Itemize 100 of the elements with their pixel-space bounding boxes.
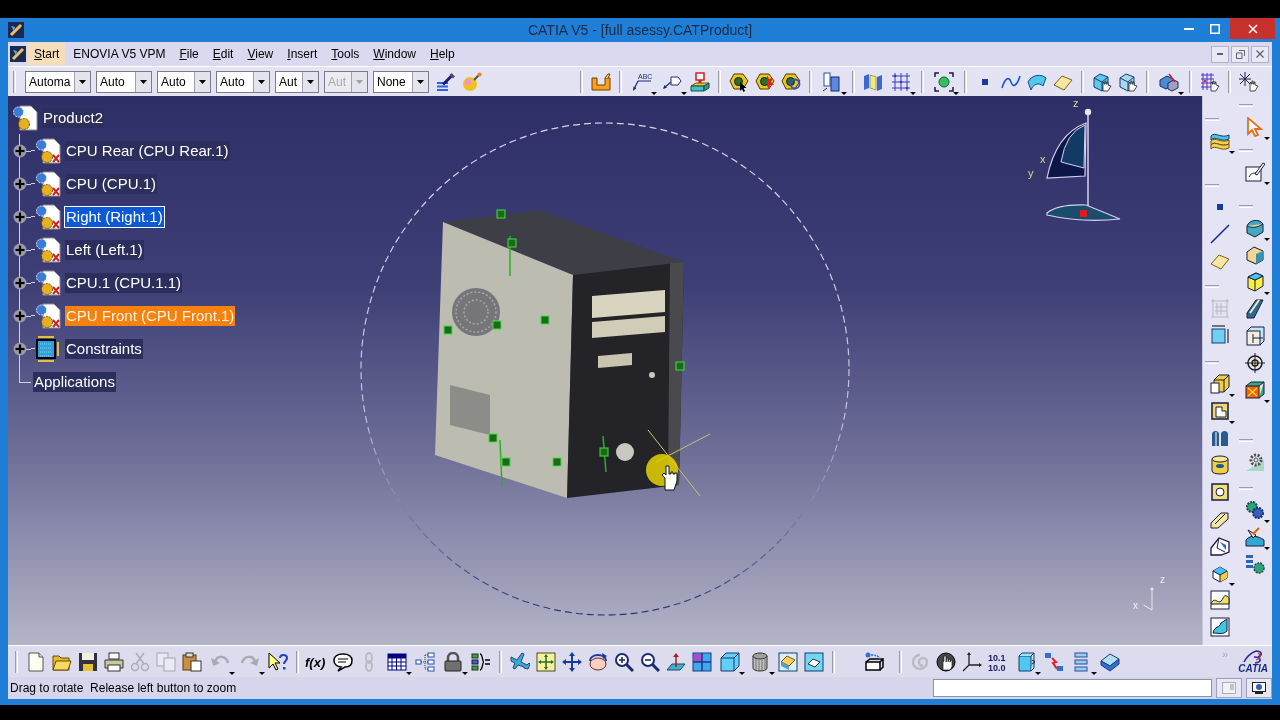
help-cursor-icon[interactable] bbox=[268, 651, 288, 672]
caret-icon[interactable] bbox=[769, 671, 775, 675]
caret-icon[interactable] bbox=[1091, 671, 1097, 675]
close-button[interactable] bbox=[1251, 45, 1269, 63]
cylinder-icon[interactable] bbox=[750, 651, 770, 672]
printer-icon[interactable] bbox=[104, 651, 124, 672]
dot-grid-icon[interactable] bbox=[891, 71, 911, 92]
caret-icon[interactable] bbox=[1229, 583, 1235, 586]
expand-icon[interactable] bbox=[13, 308, 27, 323]
tree-item[interactable]: Right (Right.1) bbox=[65, 206, 164, 227]
box-cross-icon[interactable] bbox=[1244, 379, 1265, 400]
cube-hand-icon[interactable] bbox=[1118, 71, 1138, 92]
restore-button[interactable] bbox=[1231, 45, 1249, 63]
caret-icon[interactable] bbox=[1229, 394, 1235, 397]
tree-item[interactable]: Applications bbox=[33, 371, 116, 392]
hex-part-cursor-icon[interactable] bbox=[729, 71, 749, 92]
units-icon[interactable]: 10.1 10.0 bbox=[987, 651, 1009, 672]
slot-icon[interactable] bbox=[1210, 535, 1230, 556]
hole-icon[interactable] bbox=[1210, 481, 1230, 502]
draft-icon[interactable] bbox=[1244, 298, 1265, 319]
cube-hand-icon[interactable] bbox=[1092, 71, 1112, 92]
menu-item[interactable]: Start bbox=[28, 43, 66, 65]
block-icon[interactable] bbox=[1244, 271, 1265, 292]
caret-icon[interactable] bbox=[406, 671, 412, 675]
fillet-icon[interactable] bbox=[1244, 217, 1265, 238]
hex-part-star-icon[interactable] bbox=[755, 71, 775, 92]
caret-icon[interactable] bbox=[1263, 182, 1270, 185]
quad-view-icon[interactable] bbox=[692, 651, 712, 672]
surface-patch-icon[interactable] bbox=[1210, 616, 1230, 637]
pad-icon[interactable] bbox=[1210, 373, 1230, 394]
command-field[interactable] bbox=[933, 679, 1212, 697]
caret-icon[interactable] bbox=[1229, 421, 1235, 424]
menu-item[interactable]: Window bbox=[367, 43, 422, 65]
surface-pen-icon[interactable] bbox=[1244, 526, 1265, 547]
tree-item[interactable]: CPU Rear (CPU Rear.1) bbox=[65, 140, 230, 161]
speech-bubble-icon[interactable] bbox=[333, 651, 353, 672]
shading-icon[interactable] bbox=[778, 651, 798, 672]
pocket-icon[interactable] bbox=[1210, 400, 1230, 421]
normal-view-icon[interactable] bbox=[666, 651, 686, 672]
lightning-icon[interactable] bbox=[1044, 651, 1064, 672]
menu-item[interactable]: Tools bbox=[325, 43, 366, 65]
dropdown-field[interactable]: Automa bbox=[25, 70, 91, 93]
stamp-icon[interactable] bbox=[690, 71, 710, 92]
target-frame-icon[interactable] bbox=[934, 71, 954, 92]
book-icon[interactable] bbox=[1100, 651, 1120, 672]
caret-icon[interactable] bbox=[1263, 520, 1270, 523]
dimensioned-cube-icon[interactable] bbox=[1210, 324, 1230, 345]
tree-item[interactable]: Left (Left.1) bbox=[65, 239, 144, 260]
formula-icon[interactable]: f(x) bbox=[304, 651, 330, 672]
menu-item[interactable]: Insert bbox=[281, 43, 324, 65]
expand-icon[interactable] bbox=[13, 209, 27, 224]
tree-item[interactable]: Constraints bbox=[65, 338, 143, 359]
cube-section-icon[interactable] bbox=[1244, 325, 1265, 346]
caret-icon[interactable] bbox=[1263, 238, 1270, 241]
minimize-button[interactable] bbox=[1211, 45, 1229, 63]
close-button[interactable] bbox=[1230, 18, 1275, 39]
airplane-icon[interactable] bbox=[510, 651, 530, 672]
caret-icon[interactable] bbox=[1263, 137, 1270, 140]
gears-icon[interactable] bbox=[1244, 499, 1265, 520]
point-icon[interactable] bbox=[1217, 203, 1223, 210]
fit-all-icon[interactable] bbox=[536, 651, 556, 672]
assembly-icon[interactable] bbox=[1159, 71, 1179, 92]
table-icon[interactable] bbox=[387, 651, 407, 672]
menu-item[interactable]: Help bbox=[424, 43, 461, 65]
tree-diagram-icon[interactable] bbox=[415, 651, 435, 672]
expand-icon[interactable] bbox=[13, 341, 27, 356]
caret-icon[interactable] bbox=[1035, 671, 1041, 675]
gear-icon[interactable] bbox=[1244, 451, 1265, 472]
status-button[interactable] bbox=[1246, 678, 1272, 698]
tree-item[interactable]: Product2 bbox=[42, 107, 105, 128]
hide-show-icon[interactable] bbox=[804, 651, 824, 672]
stacked-blocks-icon[interactable] bbox=[822, 71, 842, 92]
point-icon[interactable] bbox=[982, 78, 988, 85]
menu-item[interactable]: ENOVIA V5 VPM bbox=[67, 43, 172, 65]
equation-icon[interactable] bbox=[471, 651, 491, 672]
box-arrow-icon[interactable] bbox=[864, 651, 884, 672]
zoom-in-icon[interactable] bbox=[614, 651, 634, 672]
dropdown-field[interactable]: Auto bbox=[157, 70, 211, 93]
paintbrush-icon[interactable] bbox=[436, 71, 456, 92]
cube-icon[interactable] bbox=[720, 651, 740, 672]
hex-part-ring-icon[interactable] bbox=[781, 71, 801, 92]
dropdown-field[interactable]: Aut bbox=[275, 70, 319, 93]
paste-icon[interactable] bbox=[182, 651, 202, 672]
zoom-out-icon[interactable] bbox=[640, 651, 660, 672]
tree-item[interactable]: CPU (CPU.1) bbox=[65, 173, 157, 194]
cube-arrows-icon[interactable] bbox=[1016, 651, 1036, 672]
caret-icon[interactable] bbox=[1263, 292, 1270, 295]
rotate-icon[interactable] bbox=[588, 651, 608, 672]
dropdown-field[interactable]: Auto bbox=[216, 70, 270, 93]
save-icon[interactable] bbox=[78, 651, 98, 672]
expand-icon[interactable] bbox=[13, 176, 27, 191]
caret-icon[interactable] bbox=[462, 671, 468, 675]
caret-icon[interactable] bbox=[1263, 400, 1270, 403]
gear-tree-icon[interactable] bbox=[1244, 553, 1265, 574]
surface-patch-icon[interactable] bbox=[1210, 589, 1230, 610]
grid-hand-icon[interactable] bbox=[1200, 71, 1220, 92]
dropdown-field[interactable]: None bbox=[373, 70, 429, 93]
expand-icon[interactable] bbox=[13, 242, 27, 257]
chamfer-icon[interactable] bbox=[1244, 244, 1265, 265]
sphere-wand-icon[interactable] bbox=[462, 71, 482, 92]
